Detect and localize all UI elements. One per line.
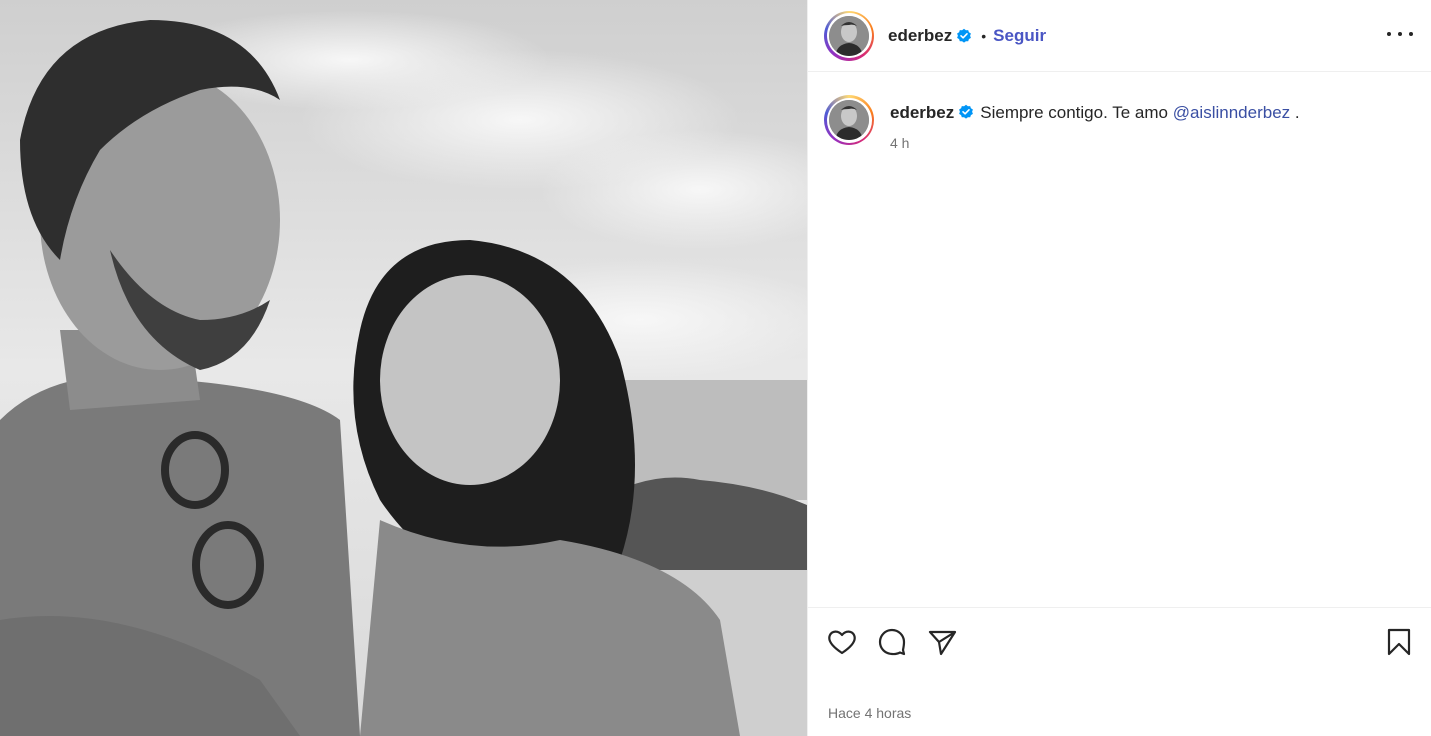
caption-age[interactable]: 4 h [890,135,1300,151]
action-bar [808,607,1431,677]
post-photo-illustration [0,0,807,736]
avatar-image [829,100,869,140]
post-view: ederbez • Seguir ederbez Siempre contigo… [0,0,1431,736]
caption-body: Siempre contigo. Te amo [980,103,1168,122]
more-options-icon[interactable] [1387,24,1413,44]
caption-mention-link[interactable]: @aislinnderbez [1173,103,1290,122]
caption-avatar[interactable] [824,95,874,145]
post-header: ederbez • Seguir [808,0,1431,72]
author-avatar[interactable] [824,10,874,61]
caption-text: ederbez Siempre contigo. Te amo @aislinn… [890,103,1300,123]
caption-comment: ederbez Siempre contigo. Te amo @aislinn… [824,95,1300,151]
post-details-panel: ederbez • Seguir ederbez Siempre contigo… [807,0,1431,736]
heart-icon[interactable] [826,626,858,658]
caption-end: . [1294,103,1300,122]
verified-badge-icon [957,28,972,43]
bookmark-icon[interactable] [1383,626,1415,658]
post-image[interactable] [0,0,807,736]
caption-username[interactable]: ederbez [890,103,954,122]
follow-button[interactable]: Seguir [993,26,1046,46]
avatar-image [829,15,869,56]
author-username[interactable]: ederbez [888,26,952,46]
verified-badge-icon [959,104,974,119]
comment-icon[interactable] [876,626,908,658]
separator-dot: • [981,27,987,44]
post-timestamp[interactable]: Hace 4 horas [828,705,911,721]
share-icon[interactable] [926,626,958,658]
